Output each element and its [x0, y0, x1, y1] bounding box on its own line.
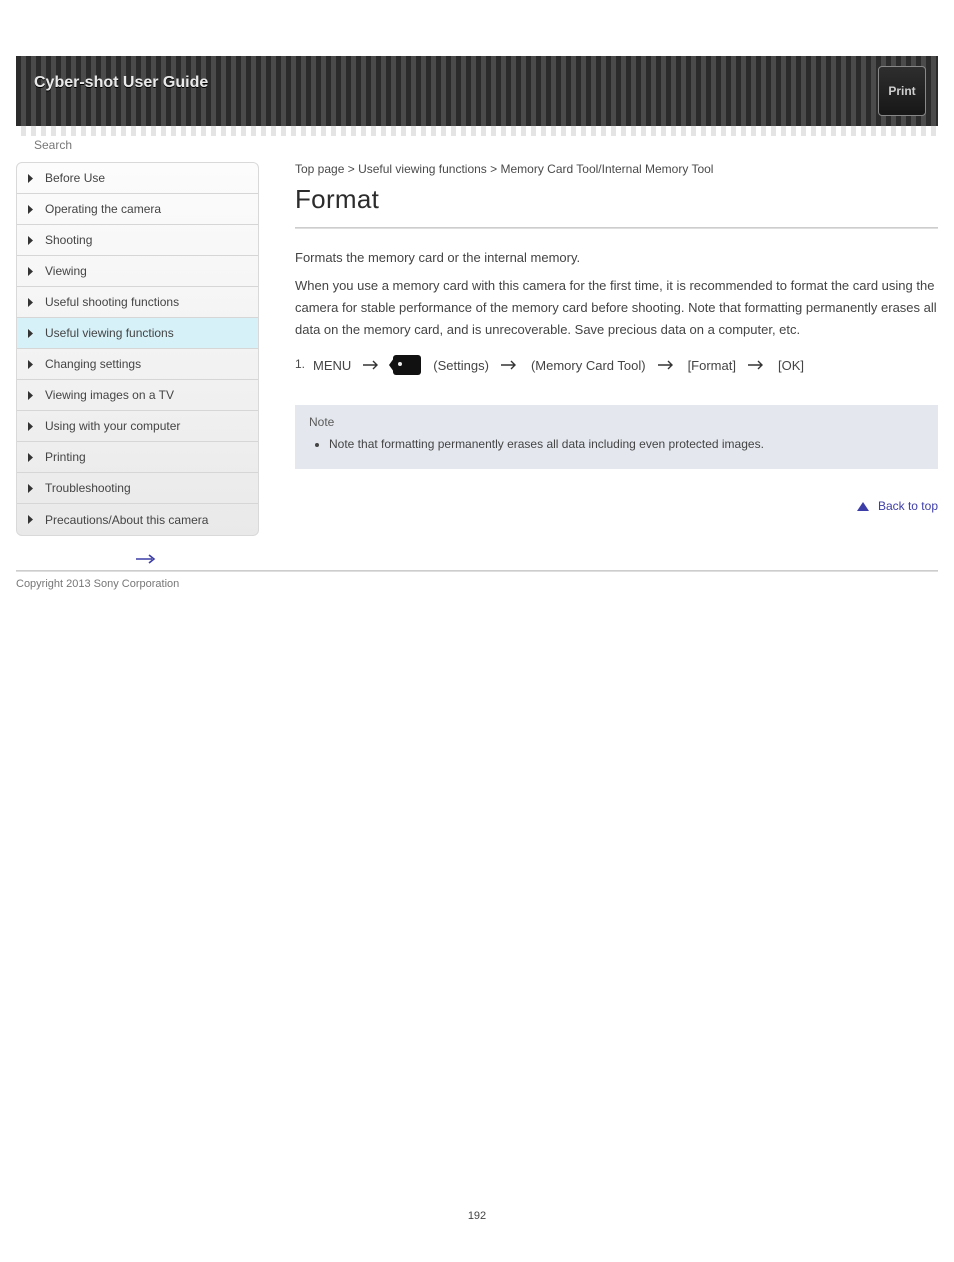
header-title: Cyber-shot User Guide	[34, 74, 208, 92]
step-memory-card-tool: (Memory Card Tool)	[531, 358, 646, 373]
sidebar-item-label: Troubleshooting	[45, 481, 131, 495]
sidebar-item-label: Printing	[45, 450, 86, 464]
step-menu: MENU	[313, 358, 351, 373]
step-ok: [OK]	[778, 358, 804, 373]
note-item: Note that formatting permanently erases …	[329, 435, 924, 454]
arrow-right-icon	[748, 360, 766, 370]
sidebar-item-before-use[interactable]: Before Use	[17, 163, 258, 194]
arrow-right-icon	[136, 554, 158, 564]
copyright: Copyright 2013 Sony Corporation	[16, 578, 938, 590]
sidebar-item-useful-viewing[interactable]: Useful viewing functions	[17, 318, 258, 349]
header-banner: Cyber-shot User Guide Print Search	[16, 56, 938, 126]
sidebar-item-label: Using with your computer	[45, 419, 180, 433]
sidebar-item-printing[interactable]: Printing	[17, 442, 258, 473]
step-number: 1.	[295, 357, 305, 371]
footer-divider	[16, 570, 938, 572]
note-label: Note	[309, 415, 924, 429]
sidebar-item-operating[interactable]: Operating the camera	[17, 194, 258, 225]
chevron-right-icon	[25, 235, 35, 245]
chevron-right-icon	[25, 421, 35, 431]
step-settings: (Settings)	[433, 358, 489, 373]
sidebar-item-changing-settings[interactable]: Changing settings	[17, 349, 258, 380]
triangle-up-icon	[857, 502, 869, 511]
arrow-right-icon	[501, 360, 519, 370]
footer-share	[16, 554, 938, 564]
chevron-right-icon	[25, 204, 35, 214]
steps-row: MENU (Settings) (Memory Card Tool) [Form…	[313, 355, 804, 375]
sidebar-item-useful-shooting[interactable]: Useful shooting functions	[17, 287, 258, 318]
sidebar-nav: Before Use Operating the camera Shooting Vi…	[16, 162, 259, 536]
arrow-right-icon	[658, 360, 676, 370]
chevron-right-icon	[25, 328, 35, 338]
chevron-right-icon	[25, 297, 35, 307]
sidebar-item-label: Precautions/About this camera	[45, 513, 208, 527]
header-subtitle: Search	[34, 138, 72, 152]
back-to-top[interactable]: Back to top	[295, 499, 938, 513]
arrow-right-icon	[363, 360, 381, 370]
chevron-right-icon	[25, 483, 35, 493]
print-button[interactable]: Print	[878, 66, 926, 116]
page-number: 192	[0, 1210, 954, 1222]
page-footer: Copyright 2013 Sony Corporation	[16, 554, 938, 590]
sidebar-item-computer[interactable]: Using with your computer	[17, 411, 258, 442]
sidebar-item-viewing[interactable]: Viewing	[17, 256, 258, 287]
note-box: Note Note that formatting permanently er…	[295, 405, 938, 468]
chevron-right-icon	[25, 452, 35, 462]
sidebar-item-label: Before Use	[45, 171, 105, 185]
breadcrumb: Top page > Useful viewing functions > Me…	[295, 162, 938, 176]
sidebar-item-tv[interactable]: Viewing images on a TV	[17, 380, 258, 411]
page-title: Format	[295, 184, 938, 215]
sidebar-item-label: Useful shooting functions	[45, 295, 179, 309]
title-divider	[295, 227, 938, 229]
sidebar-item-label: Useful viewing functions	[45, 326, 174, 340]
sidebar-item-precautions[interactable]: Precautions/About this camera	[17, 504, 258, 535]
chevron-right-icon	[25, 173, 35, 183]
step-format: [Format]	[688, 358, 736, 373]
intro-text-2: When you use a memory card with this cam…	[295, 275, 938, 341]
chevron-right-icon	[25, 390, 35, 400]
back-to-top-label: Back to top	[878, 499, 938, 513]
chevron-right-icon	[25, 515, 35, 525]
main-content: Top page > Useful viewing functions > Me…	[295, 162, 938, 536]
print-label: Print	[888, 84, 915, 98]
sidebar-item-label: Viewing images on a TV	[45, 388, 174, 402]
sidebar-item-label: Viewing	[45, 264, 87, 278]
sidebar-item-shooting[interactable]: Shooting	[17, 225, 258, 256]
sidebar-item-label: Operating the camera	[45, 202, 161, 216]
chevron-right-icon	[25, 359, 35, 369]
sidebar-item-troubleshooting[interactable]: Troubleshooting	[17, 473, 258, 504]
settings-icon	[393, 355, 421, 375]
sidebar-item-label: Shooting	[45, 233, 92, 247]
intro-text: Formats the memory card or the internal …	[295, 247, 938, 269]
chevron-right-icon	[25, 266, 35, 276]
sidebar-item-label: Changing settings	[45, 357, 141, 371]
